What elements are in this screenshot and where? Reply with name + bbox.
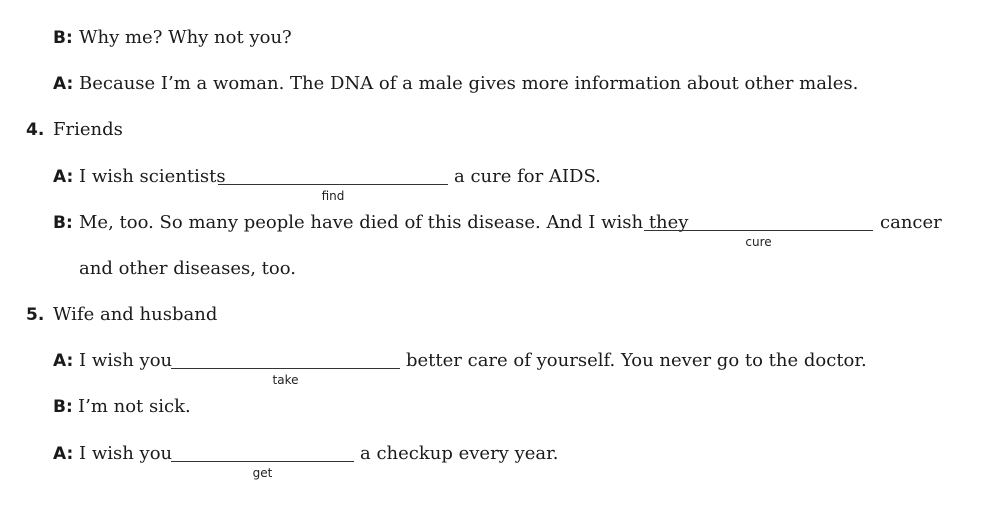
blank-underline — [171, 461, 354, 462]
dialogue-text: Why me? Why not you? — [79, 27, 292, 48]
verb-cue: take — [272, 373, 299, 387]
verb-cue: get — [252, 466, 273, 480]
speaker-label: B: — [53, 397, 73, 417]
dialogue-text-after: a cure for AIDS. — [454, 166, 601, 187]
blank-underline — [171, 368, 400, 369]
dialogue-text-after: better care of yourself. You never go to… — [406, 350, 867, 371]
dialogue-text-before: I wish scientists — [79, 166, 226, 187]
dialogue-text: and other diseases, too. — [79, 258, 296, 279]
dialogue-text: I’m not sick. — [78, 396, 191, 417]
dialogue-text-before: I wish you — [79, 443, 173, 464]
item-title: Friends — [53, 119, 123, 140]
blank-underline — [218, 184, 448, 185]
dialogue-text-after: a checkup every year. — [360, 443, 559, 464]
dialogue-text-after: cancer — [880, 212, 942, 233]
speaker-label: B: — [53, 28, 73, 48]
speaker-label: A: — [53, 444, 74, 464]
answer-blank[interactable]: get — [171, 442, 354, 480]
verb-cue: cure — [745, 235, 772, 249]
item-number: 4. — [26, 120, 45, 140]
speaker-label: A: — [53, 351, 74, 371]
item-title: Wife and husband — [53, 304, 218, 325]
speaker-label: B: — [53, 213, 73, 233]
dialogue-text: Because I’m a woman. The DNA of a male g… — [79, 73, 859, 94]
answer-blank[interactable]: take — [171, 349, 400, 387]
speaker-label: A: — [53, 74, 74, 94]
item-number: 5. — [26, 305, 45, 325]
blank-underline — [644, 230, 873, 231]
dialogue-text-before: I wish you — [79, 350, 173, 371]
speaker-label: A: — [53, 167, 74, 187]
dialogue-text-before: Me, too. So many people have died of thi… — [79, 212, 689, 233]
answer-blank[interactable]: find — [218, 165, 448, 203]
verb-cue: find — [321, 189, 345, 203]
answer-blank[interactable]: cure — [644, 211, 873, 249]
